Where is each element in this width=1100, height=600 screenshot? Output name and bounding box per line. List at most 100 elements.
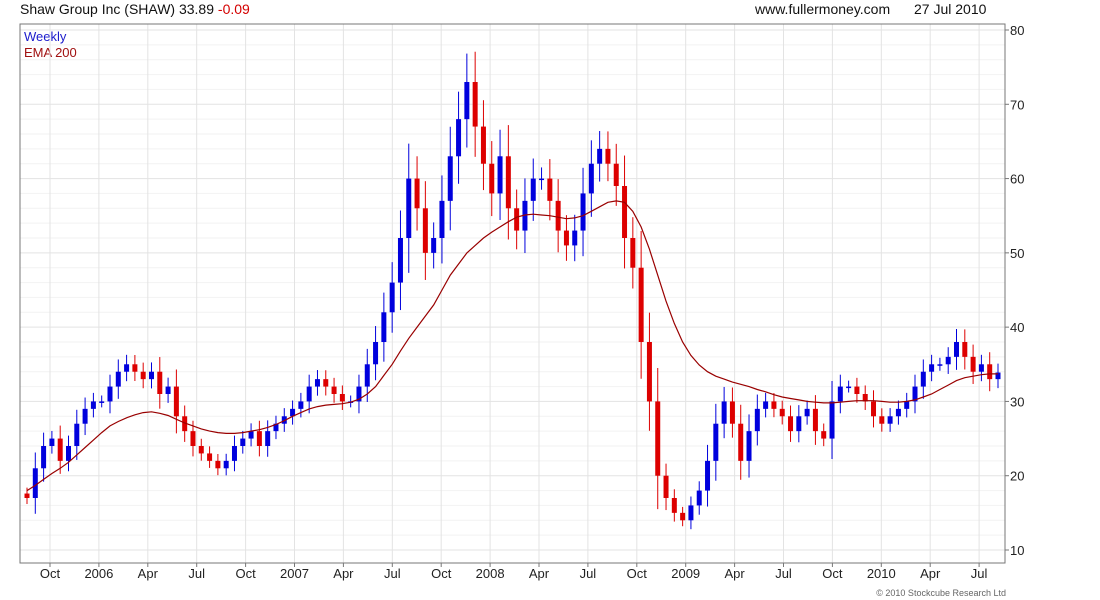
candle-body: [406, 178, 412, 238]
candle-body: [646, 342, 652, 402]
candle-body: [796, 416, 802, 432]
candle-body: [705, 460, 711, 491]
candle-body: [696, 490, 702, 506]
y-tick-label: 70: [1010, 97, 1024, 112]
candle-body: [688, 505, 694, 521]
x-axis: Oct 2006 Apr Jul Oct 2007 Apr Jul Oct 2008 Apr Jul O…: [40, 563, 988, 581]
y-tick-label: 50: [1010, 246, 1024, 261]
candle-body: [555, 200, 561, 231]
y-tick-label: 40: [1010, 320, 1024, 335]
candle-body: [962, 342, 968, 357]
candle-body: [505, 156, 511, 209]
candle-body: [779, 408, 785, 417]
candle-body: [530, 178, 536, 201]
candle-body: [539, 178, 545, 181]
candle-body: [464, 82, 470, 120]
candle-body: [613, 163, 619, 186]
candle-body: [721, 401, 727, 424]
candle-body: [99, 401, 105, 403]
candle-body: [829, 401, 835, 439]
candle-body: [804, 408, 810, 417]
x-tick-label: 2007: [280, 566, 309, 581]
candle-body: [115, 371, 121, 387]
candle-body: [895, 408, 901, 417]
candle-body: [306, 386, 312, 402]
candle-body: [82, 408, 88, 424]
candle-body: [978, 364, 984, 372]
candle-body: [331, 386, 337, 394]
candle-body: [563, 230, 569, 246]
candle-body: [854, 386, 860, 394]
candle-body: [248, 431, 254, 439]
candle-body: [157, 371, 163, 394]
candle-body: [929, 364, 935, 372]
candle-body: [472, 82, 478, 127]
candle-body: [547, 178, 553, 201]
candle-body: [729, 401, 735, 424]
x-tick-label: Jul: [775, 566, 792, 581]
candle-body: [414, 178, 420, 209]
candle-body: [74, 423, 80, 446]
y-tick-label: 80: [1010, 23, 1024, 38]
candle-body: [456, 119, 462, 157]
x-tick-label: Apr: [333, 566, 354, 581]
candle-body: [57, 438, 63, 461]
candle-body: [32, 468, 38, 498]
weekly-candles: [24, 51, 1001, 530]
x-tick-label: Jul: [580, 566, 597, 581]
candle-body: [24, 493, 30, 498]
y-tick-label: 10: [1010, 543, 1024, 558]
candle-body: [970, 356, 976, 372]
candle-body: [945, 356, 951, 365]
candle-body: [738, 423, 744, 461]
candle-body: [771, 401, 777, 409]
candle-body: [173, 386, 179, 417]
candle-body: [630, 238, 636, 268]
y-axis: 10 20 30 40 50 60 70 80: [1005, 23, 1024, 558]
candle-body: [397, 238, 403, 283]
candle-body: [746, 431, 752, 461]
candle-body: [207, 453, 213, 461]
grid-lines: [20, 24, 1005, 563]
candle-body: [871, 401, 877, 417]
x-tick-label: Jul: [384, 566, 401, 581]
x-tick-label: Oct: [627, 566, 648, 581]
candle-body: [124, 364, 130, 372]
y-tick-label: 30: [1010, 394, 1024, 409]
candle-body: [638, 267, 644, 342]
candle-body: [904, 401, 910, 409]
candle-body: [165, 386, 171, 394]
candle-body: [837, 386, 843, 402]
x-tick-label: Oct: [235, 566, 256, 581]
candle-body: [580, 193, 586, 231]
candle-body: [49, 438, 55, 446]
candle-body: [680, 512, 686, 521]
candle-body: [431, 238, 437, 253]
candle-body: [497, 156, 503, 194]
candle-body: [314, 379, 320, 387]
candle-body: [323, 379, 329, 387]
candle-body: [987, 364, 993, 380]
x-tick-label: Apr: [724, 566, 745, 581]
candle-body: [256, 431, 262, 446]
candle-body: [140, 371, 146, 380]
candle-body: [622, 186, 628, 238]
ema-200-line: [26, 200, 998, 492]
x-tick-label: Apr: [138, 566, 159, 581]
candle-body: [215, 460, 221, 469]
candle-body: [132, 364, 138, 372]
candle-body: [373, 342, 379, 365]
candle-body: [597, 148, 603, 164]
candle-body: [90, 401, 96, 409]
x-tick-label: 2006: [84, 566, 113, 581]
y-tick-label: 20: [1010, 469, 1024, 484]
x-tick-label: 2009: [671, 566, 700, 581]
candle-body: [663, 475, 669, 498]
x-tick-label: 2008: [476, 566, 505, 581]
candle-body: [298, 401, 304, 409]
candle-body: [588, 163, 594, 194]
candle-body: [788, 416, 794, 432]
candle-body: [439, 200, 445, 238]
candle-body: [148, 371, 154, 380]
candle-body: [954, 342, 960, 357]
